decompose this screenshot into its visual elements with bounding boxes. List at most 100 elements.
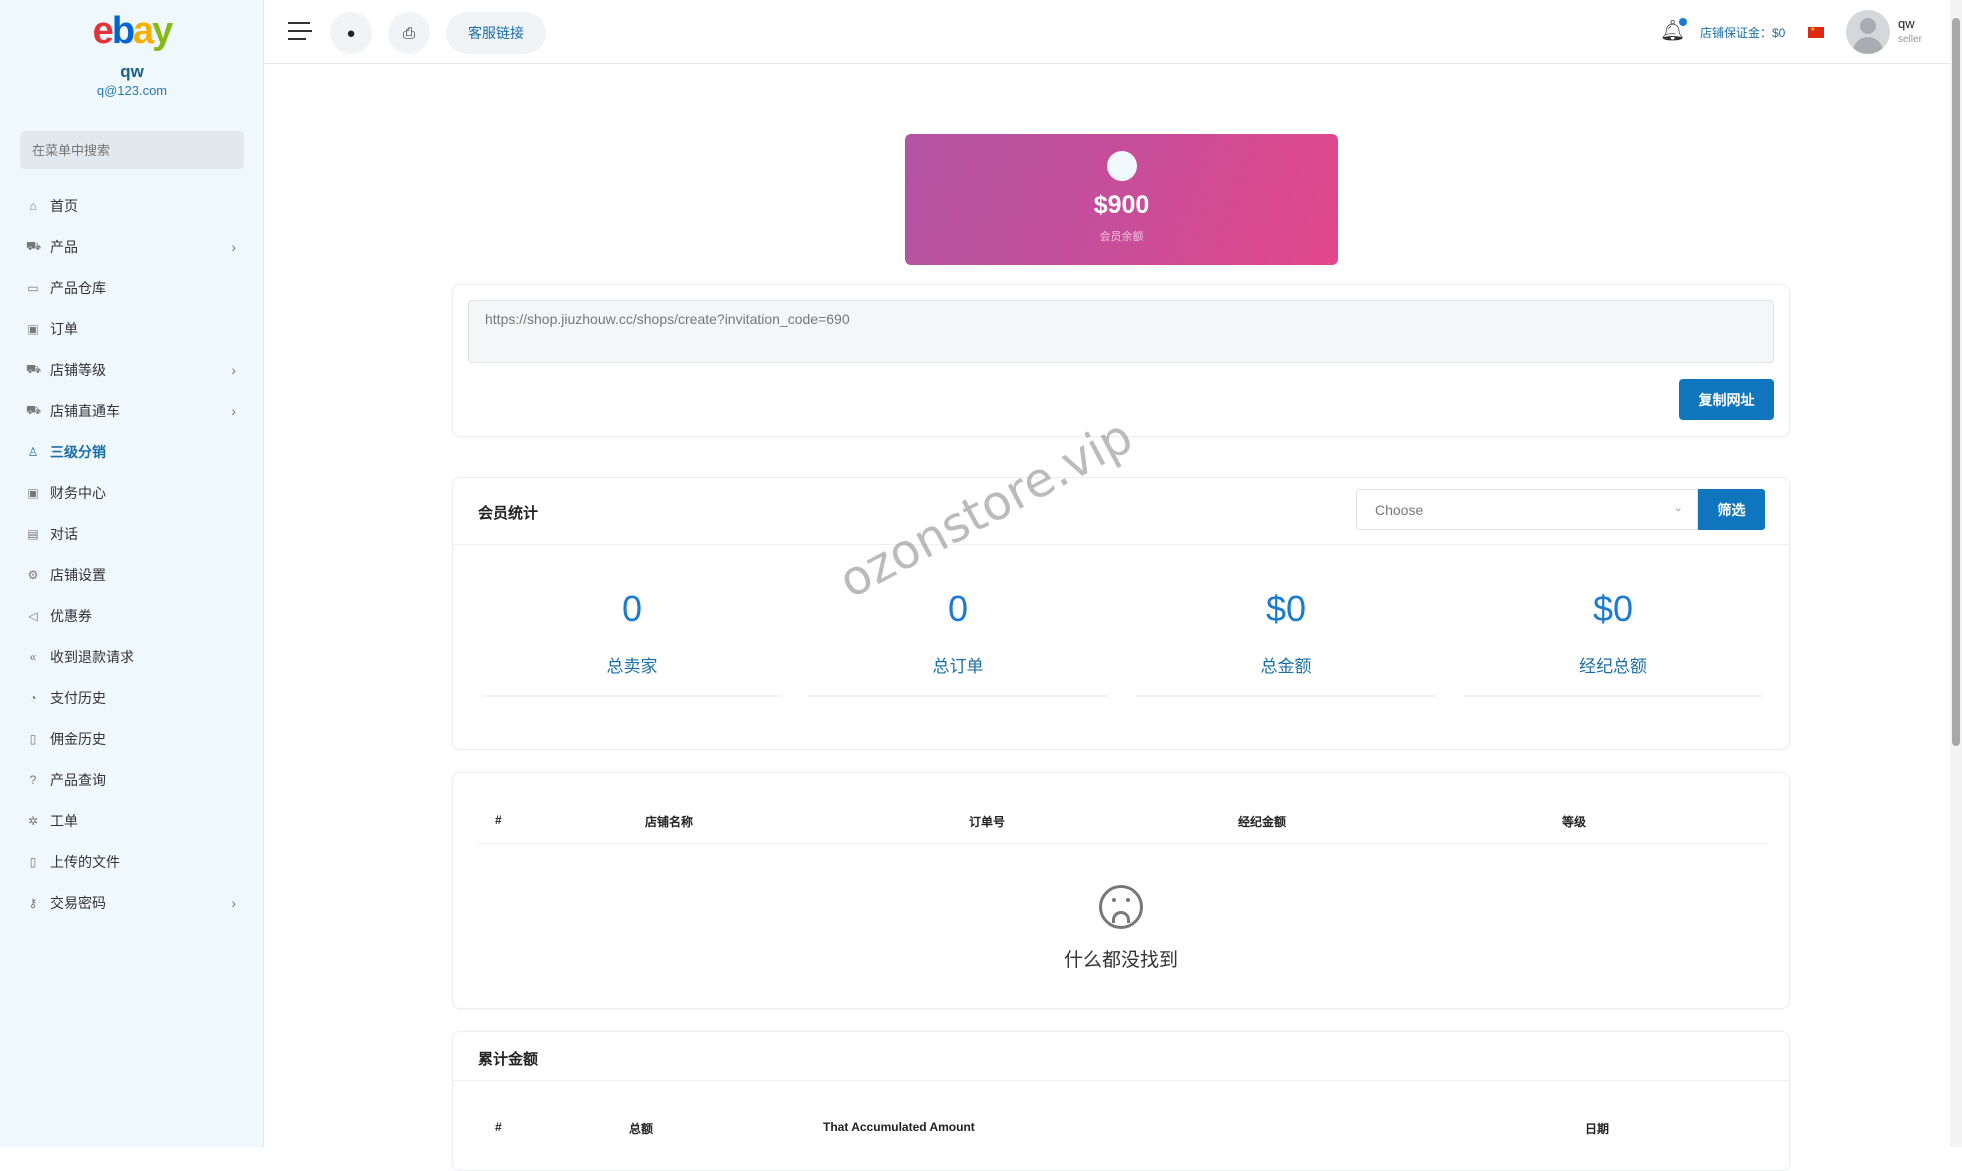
sidebar-item-16[interactable]: ▯ 上传的文件 (0, 841, 264, 882)
sidebar-item-11[interactable]: « 收到退款请求 (0, 636, 264, 677)
balance-label: 会员余额 (1099, 231, 1144, 243)
stat-value: 0 (621, 588, 643, 629)
sidebar-item-label: 支付历史 (50, 689, 106, 706)
divider (1463, 695, 1763, 697)
stat-label: 经纪总额 (1579, 657, 1647, 676)
sidebar-item-14[interactable]: ? 产品查询 (0, 759, 264, 800)
column-header: 日期 (1585, 1122, 1610, 1136)
divider (453, 1080, 1789, 1081)
sidebar-item-label: 首页 (50, 197, 78, 214)
accumulated-title: 累计金额 (478, 1051, 539, 1068)
china-flag-icon[interactable]: ★ (1808, 27, 1824, 38)
period-select-value: Choose (1375, 502, 1424, 518)
sidebar-item-15[interactable]: ✲ 工单 (0, 800, 264, 841)
stat-label: 总卖家 (606, 657, 658, 676)
notification-dot (1679, 18, 1688, 26)
filter-button[interactable]: 筛选 (1698, 489, 1765, 530)
invite-card: https://shop.jiuzhouw.cc/shops/create?in… (452, 284, 1790, 437)
sidebar-item-17[interactable]: ⚷ 交易密码 › (0, 882, 264, 923)
sidebar-item-label: 店铺直通车 (50, 402, 120, 419)
sidebar-item-label: 财务中心 (50, 484, 106, 501)
settings-icon: ✲ (27, 813, 39, 828)
column-header: # (495, 1120, 502, 1134)
divider (1136, 695, 1436, 697)
sidebar-item-label: 交易密码 (50, 894, 106, 911)
sidebar-item-7[interactable]: ▣ 财务中心 (0, 472, 264, 513)
sidebar-menu: ⌂ 首页 ⛟ 产品 › ▭ 产品仓库 ▣ 订单 ⛟ 店铺等级 › ⛟ 店铺直通车 › ♙ 三级分销 ▣ 财务中心 ▤ 对… (0, 185, 264, 923)
stat-0: 0 总卖家 (482, 588, 782, 697)
column-header: 经纪金额 (1238, 815, 1287, 829)
invite-url-textarea[interactable]: https://shop.jiuzhouw.cc/shops/create?in… (468, 300, 1774, 363)
sidebar-item-label: 订单 (50, 320, 78, 337)
stat-label: 总订单 (932, 657, 984, 676)
scrollbar[interactable] (1950, 0, 1962, 1147)
sidebar-item-9[interactable]: ⚙ 店铺设置 (0, 554, 264, 595)
stat-label: 总金额 (1260, 657, 1312, 676)
sidebar-item-3[interactable]: ▣ 订单 (0, 308, 264, 349)
gear-icon: ⚙ (27, 567, 39, 582)
sidebar-item-2[interactable]: ▭ 产品仓库 (0, 267, 264, 308)
avatar[interactable] (1846, 10, 1890, 54)
divider (478, 843, 1766, 844)
user-icon: ♙ (27, 444, 39, 459)
member-stats-title: 会员统计 (478, 505, 539, 522)
rewind-icon: « (29, 649, 37, 664)
copy-url-button[interactable]: 复制网址 (1679, 379, 1774, 420)
sidebar-item-13[interactable]: ▯ 佣金历史 (0, 718, 264, 759)
user-email: q@123.com (96, 83, 168, 98)
sidebar-item-label: 收到退款请求 (50, 648, 134, 665)
key-icon: ⚷ (28, 895, 38, 910)
sidebar-item-12[interactable]: ◔ 支付历史 (0, 677, 264, 718)
balance-card: $900 会员余额 (905, 134, 1338, 265)
stat-value: $0 (1265, 588, 1307, 629)
column-header: 店铺名称 (645, 815, 694, 829)
cart-icon: ⛟ (26, 238, 42, 253)
period-select[interactable]: Choose ⌄ (1356, 489, 1698, 530)
header-user-role: seller (1898, 34, 1922, 45)
bell-icon[interactable]: 🔔︎ (1660, 18, 1688, 43)
sidebar-item-5[interactable]: ⛟ 店铺直通车 › (0, 390, 264, 431)
cart-icon: ⛟ (26, 402, 42, 417)
sidebar-item-label: 店铺等级 (50, 361, 106, 378)
orders-table-header: # 店铺名称 订单号 经纪金额 等级 (453, 813, 1789, 829)
header-user-name: qw (1898, 16, 1915, 31)
balance-amount: $900 (1093, 191, 1150, 219)
sidebar-item-label: 工单 (50, 812, 78, 829)
menu-search-input[interactable] (20, 131, 244, 169)
ebay-logo[interactable]: ebay (0, 10, 264, 53)
member-stats-card: 会员统计 Choose ⌄ 筛选 0 总卖家 0 总订单 $0 总金额 $0 经纪总额 (452, 477, 1790, 750)
sidebar-item-0[interactable]: ⌂ 首页 (0, 185, 264, 226)
money-icon: ▣ (27, 485, 39, 500)
file-icon: ▯ (29, 854, 37, 869)
stat-3: $0 经纪总额 (1463, 588, 1763, 697)
sidebar-item-label: 上传的文件 (50, 853, 120, 870)
sad-face-icon (1099, 885, 1143, 929)
print-icon[interactable]: ⎙ (388, 12, 430, 54)
sidebar-item-6[interactable]: ♙ 三级分销 (0, 431, 264, 472)
home-icon: ⌂ (29, 198, 37, 213)
sidebar-item-label: 产品仓库 (50, 279, 106, 296)
message-icon: ▤ (27, 526, 39, 541)
stat-2: $0 总金额 (1136, 588, 1436, 697)
cart-icon: ⛟ (26, 361, 42, 376)
archive-icon: ▭ (27, 280, 39, 295)
accumulated-card: 累计金额 # 总额 That Accumulated Amount 日期 (452, 1031, 1790, 1171)
sidebar-item-10[interactable]: ◁ 优惠券 (0, 595, 264, 636)
scrollbar-thumb[interactable] (1952, 18, 1960, 746)
service-link-button[interactable]: 客服链接 (446, 12, 546, 54)
document-icon: ▯ (29, 731, 37, 746)
globe-icon[interactable]: ● (330, 12, 372, 54)
sidebar-item-1[interactable]: ⛟ 产品 › (0, 226, 264, 267)
sidebar-item-8[interactable]: ▤ 对话 (0, 513, 264, 554)
sidebar-item-label: 优惠券 (50, 607, 92, 624)
column-header: 订单号 (969, 815, 1006, 829)
menu-toggle-icon[interactable] (288, 22, 312, 46)
chevron-right-icon: › (231, 238, 236, 255)
sidebar-item-label: 三级分销 (50, 443, 106, 460)
sidebar: ebay qw q@123.com ⌂首页⛟产品›▭产品仓库▣订单⛟店铺等级›⛟… (0, 0, 264, 1147)
sidebar-item-4[interactable]: ⛟ 店铺等级 › (0, 349, 264, 390)
deposit-label: 店铺保证金：$0 (1700, 26, 1786, 40)
column-header: 总额 (629, 1122, 654, 1136)
top-header: ● ⎙ 客服链接 🔔︎ 店铺保证金：$0 ★ qw seller (264, 0, 1962, 64)
empty-state-text: 什么都没找到 (1063, 950, 1178, 971)
